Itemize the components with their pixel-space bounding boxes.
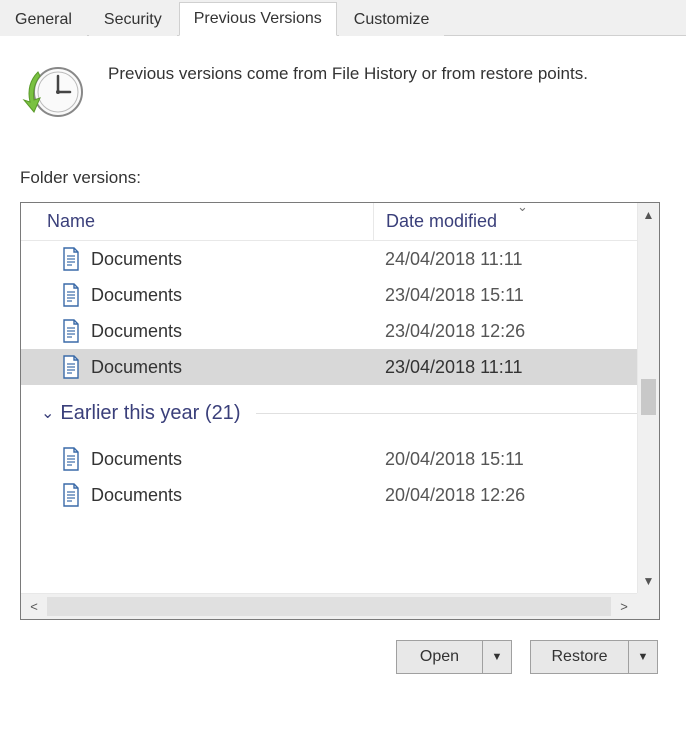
list-item[interactable]: Documents 23/04/2018 15:11 — [21, 277, 659, 313]
list-item[interactable]: Documents 23/04/2018 12:26 — [21, 313, 659, 349]
versions-list: Name Date modified ⌄ Documents 24/04/201… — [20, 202, 660, 620]
document-icon — [61, 483, 81, 507]
scroll-down-icon[interactable]: ▼ — [638, 569, 659, 593]
scroll-corner — [637, 593, 659, 619]
item-name: Documents — [91, 357, 182, 378]
document-icon — [61, 447, 81, 471]
document-icon — [61, 319, 81, 343]
scroll-left-icon[interactable]: < — [21, 594, 47, 620]
scroll-right-icon[interactable]: > — [611, 594, 637, 620]
document-icon — [61, 355, 81, 379]
tab-customize[interactable]: Customize — [339, 3, 445, 36]
open-dropdown-icon[interactable]: ▼ — [483, 641, 511, 673]
restore-button[interactable]: Restore ▼ — [530, 640, 658, 674]
vertical-scrollbar[interactable]: ▲ ▼ — [637, 203, 659, 593]
restore-button-label[interactable]: Restore — [531, 641, 629, 673]
properties-window: General Security Previous Versions Custo… — [0, 0, 686, 750]
info-text: Previous versions come from File History… — [108, 60, 588, 87]
history-clock-icon — [20, 60, 84, 124]
open-button[interactable]: Open ▼ — [396, 640, 512, 674]
sort-indicator-icon: ⌄ — [517, 199, 528, 215]
item-name: Documents — [91, 321, 182, 342]
list-item[interactable]: Documents 24/04/2018 11:11 — [21, 241, 659, 277]
list-item[interactable]: Documents 23/04/2018 11:11 — [21, 349, 659, 385]
list-item[interactable]: Documents 20/04/2018 12:26 — [21, 477, 659, 513]
scroll-up-icon[interactable]: ▲ — [638, 203, 659, 227]
item-date: 23/04/2018 11:11 — [373, 357, 659, 378]
item-name: Documents — [91, 285, 182, 306]
column-date-header[interactable]: Date modified — [373, 203, 659, 240]
item-name: Documents — [91, 249, 182, 270]
item-date: 23/04/2018 15:11 — [373, 285, 659, 306]
group-header[interactable]: ⌄ Earlier this year (21) — [21, 385, 659, 441]
document-icon — [61, 247, 81, 271]
item-date: 24/04/2018 11:11 — [373, 249, 659, 270]
restore-dropdown-icon[interactable]: ▼ — [629, 641, 657, 673]
group-divider — [256, 413, 649, 414]
action-buttons: Open ▼ Restore ▼ — [20, 640, 666, 674]
item-name: Documents — [91, 449, 182, 470]
list-header: Name Date modified ⌄ — [21, 203, 659, 241]
tab-previous-versions[interactable]: Previous Versions — [179, 2, 337, 36]
scroll-track[interactable] — [47, 597, 611, 616]
chevron-down-icon: ⌄ — [41, 403, 54, 423]
item-date: 20/04/2018 12:26 — [373, 485, 659, 506]
group-label: Earlier this year (21) — [60, 402, 240, 425]
tab-general[interactable]: General — [0, 3, 87, 36]
open-button-label[interactable]: Open — [397, 641, 483, 673]
item-name: Documents — [91, 485, 182, 506]
column-name-header[interactable]: Name — [21, 211, 373, 232]
item-date: 23/04/2018 12:26 — [373, 321, 659, 342]
tab-strip: General Security Previous Versions Custo… — [0, 0, 686, 36]
item-date: 20/04/2018 15:11 — [373, 449, 659, 470]
info-row: Previous versions come from File History… — [20, 60, 666, 124]
horizontal-scrollbar[interactable]: < > — [21, 593, 637, 619]
tab-security[interactable]: Security — [89, 3, 177, 36]
scroll-thumb[interactable] — [641, 379, 656, 415]
list-body: Documents 24/04/2018 12:26 Documents 24/… — [21, 241, 659, 619]
folder-versions-label: Folder versions: — [20, 168, 666, 188]
list-item[interactable]: Documents 20/04/2018 15:11 — [21, 441, 659, 477]
tab-panel: Previous versions come from File History… — [0, 36, 686, 694]
document-icon — [61, 283, 81, 307]
